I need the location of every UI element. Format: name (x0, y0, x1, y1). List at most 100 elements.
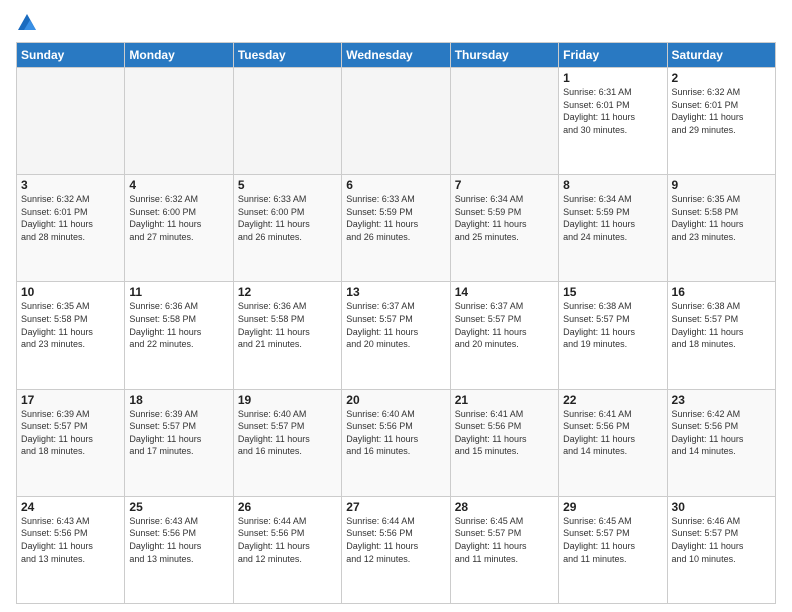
day-info: Sunrise: 6:35 AM Sunset: 5:58 PM Dayligh… (21, 300, 120, 350)
day-number: 14 (455, 285, 554, 299)
day-info: Sunrise: 6:37 AM Sunset: 5:57 PM Dayligh… (346, 300, 445, 350)
day-cell: 25Sunrise: 6:43 AM Sunset: 5:56 PM Dayli… (125, 496, 233, 603)
day-number: 2 (672, 71, 771, 85)
week-row-5: 24Sunrise: 6:43 AM Sunset: 5:56 PM Dayli… (17, 496, 776, 603)
day-cell: 16Sunrise: 6:38 AM Sunset: 5:57 PM Dayli… (667, 282, 775, 389)
week-row-2: 3Sunrise: 6:32 AM Sunset: 6:01 PM Daylig… (17, 175, 776, 282)
day-cell: 12Sunrise: 6:36 AM Sunset: 5:58 PM Dayli… (233, 282, 341, 389)
day-number: 19 (238, 393, 337, 407)
day-cell: 19Sunrise: 6:40 AM Sunset: 5:57 PM Dayli… (233, 389, 341, 496)
day-number: 20 (346, 393, 445, 407)
day-cell: 2Sunrise: 6:32 AM Sunset: 6:01 PM Daylig… (667, 68, 775, 175)
day-number: 16 (672, 285, 771, 299)
day-number: 5 (238, 178, 337, 192)
calendar-table: SundayMondayTuesdayWednesdayThursdayFrid… (16, 42, 776, 604)
weekday-header: SundayMondayTuesdayWednesdayThursdayFrid… (17, 43, 776, 68)
day-cell: 28Sunrise: 6:45 AM Sunset: 5:57 PM Dayli… (450, 496, 558, 603)
day-info: Sunrise: 6:37 AM Sunset: 5:57 PM Dayligh… (455, 300, 554, 350)
day-number: 17 (21, 393, 120, 407)
day-info: Sunrise: 6:43 AM Sunset: 5:56 PM Dayligh… (129, 515, 228, 565)
weekday-wednesday: Wednesday (342, 43, 450, 68)
day-number: 10 (21, 285, 120, 299)
day-cell: 5Sunrise: 6:33 AM Sunset: 6:00 PM Daylig… (233, 175, 341, 282)
day-cell: 11Sunrise: 6:36 AM Sunset: 5:58 PM Dayli… (125, 282, 233, 389)
week-row-4: 17Sunrise: 6:39 AM Sunset: 5:57 PM Dayli… (17, 389, 776, 496)
day-info: Sunrise: 6:34 AM Sunset: 5:59 PM Dayligh… (563, 193, 662, 243)
page-header (16, 12, 776, 34)
day-info: Sunrise: 6:35 AM Sunset: 5:58 PM Dayligh… (672, 193, 771, 243)
day-number: 27 (346, 500, 445, 514)
day-cell: 26Sunrise: 6:44 AM Sunset: 5:56 PM Dayli… (233, 496, 341, 603)
day-info: Sunrise: 6:39 AM Sunset: 5:57 PM Dayligh… (21, 408, 120, 458)
day-cell: 4Sunrise: 6:32 AM Sunset: 6:00 PM Daylig… (125, 175, 233, 282)
day-number: 22 (563, 393, 662, 407)
day-info: Sunrise: 6:32 AM Sunset: 6:01 PM Dayligh… (672, 86, 771, 136)
day-cell: 6Sunrise: 6:33 AM Sunset: 5:59 PM Daylig… (342, 175, 450, 282)
day-cell: 14Sunrise: 6:37 AM Sunset: 5:57 PM Dayli… (450, 282, 558, 389)
day-cell: 30Sunrise: 6:46 AM Sunset: 5:57 PM Dayli… (667, 496, 775, 603)
day-info: Sunrise: 6:44 AM Sunset: 5:56 PM Dayligh… (238, 515, 337, 565)
weekday-tuesday: Tuesday (233, 43, 341, 68)
day-info: Sunrise: 6:46 AM Sunset: 5:57 PM Dayligh… (672, 515, 771, 565)
day-info: Sunrise: 6:41 AM Sunset: 5:56 PM Dayligh… (455, 408, 554, 458)
day-number: 15 (563, 285, 662, 299)
day-number: 13 (346, 285, 445, 299)
day-info: Sunrise: 6:43 AM Sunset: 5:56 PM Dayligh… (21, 515, 120, 565)
day-number: 30 (672, 500, 771, 514)
day-number: 12 (238, 285, 337, 299)
day-cell: 21Sunrise: 6:41 AM Sunset: 5:56 PM Dayli… (450, 389, 558, 496)
day-cell: 3Sunrise: 6:32 AM Sunset: 6:01 PM Daylig… (17, 175, 125, 282)
day-number: 21 (455, 393, 554, 407)
day-number: 29 (563, 500, 662, 514)
day-info: Sunrise: 6:33 AM Sunset: 6:00 PM Dayligh… (238, 193, 337, 243)
day-number: 28 (455, 500, 554, 514)
day-number: 6 (346, 178, 445, 192)
day-info: Sunrise: 6:40 AM Sunset: 5:56 PM Dayligh… (346, 408, 445, 458)
day-number: 25 (129, 500, 228, 514)
day-info: Sunrise: 6:44 AM Sunset: 5:56 PM Dayligh… (346, 515, 445, 565)
weekday-monday: Monday (125, 43, 233, 68)
day-cell: 7Sunrise: 6:34 AM Sunset: 5:59 PM Daylig… (450, 175, 558, 282)
day-info: Sunrise: 6:34 AM Sunset: 5:59 PM Dayligh… (455, 193, 554, 243)
day-info: Sunrise: 6:38 AM Sunset: 5:57 PM Dayligh… (672, 300, 771, 350)
day-info: Sunrise: 6:40 AM Sunset: 5:57 PM Dayligh… (238, 408, 337, 458)
day-cell (450, 68, 558, 175)
day-number: 9 (672, 178, 771, 192)
day-cell: 9Sunrise: 6:35 AM Sunset: 5:58 PM Daylig… (667, 175, 775, 282)
day-cell: 10Sunrise: 6:35 AM Sunset: 5:58 PM Dayli… (17, 282, 125, 389)
day-cell: 17Sunrise: 6:39 AM Sunset: 5:57 PM Dayli… (17, 389, 125, 496)
day-number: 1 (563, 71, 662, 85)
day-info: Sunrise: 6:32 AM Sunset: 6:01 PM Dayligh… (21, 193, 120, 243)
day-cell: 29Sunrise: 6:45 AM Sunset: 5:57 PM Dayli… (559, 496, 667, 603)
day-info: Sunrise: 6:45 AM Sunset: 5:57 PM Dayligh… (455, 515, 554, 565)
day-cell: 22Sunrise: 6:41 AM Sunset: 5:56 PM Dayli… (559, 389, 667, 496)
day-cell (342, 68, 450, 175)
day-number: 18 (129, 393, 228, 407)
day-cell: 13Sunrise: 6:37 AM Sunset: 5:57 PM Dayli… (342, 282, 450, 389)
day-cell: 27Sunrise: 6:44 AM Sunset: 5:56 PM Dayli… (342, 496, 450, 603)
day-number: 8 (563, 178, 662, 192)
day-number: 24 (21, 500, 120, 514)
day-cell: 24Sunrise: 6:43 AM Sunset: 5:56 PM Dayli… (17, 496, 125, 603)
week-row-3: 10Sunrise: 6:35 AM Sunset: 5:58 PM Dayli… (17, 282, 776, 389)
weekday-friday: Friday (559, 43, 667, 68)
day-cell (125, 68, 233, 175)
day-cell: 20Sunrise: 6:40 AM Sunset: 5:56 PM Dayli… (342, 389, 450, 496)
logo-icon (16, 12, 38, 34)
day-cell: 23Sunrise: 6:42 AM Sunset: 5:56 PM Dayli… (667, 389, 775, 496)
weekday-saturday: Saturday (667, 43, 775, 68)
week-row-1: 1Sunrise: 6:31 AM Sunset: 6:01 PM Daylig… (17, 68, 776, 175)
day-cell (233, 68, 341, 175)
day-number: 7 (455, 178, 554, 192)
day-info: Sunrise: 6:39 AM Sunset: 5:57 PM Dayligh… (129, 408, 228, 458)
day-number: 26 (238, 500, 337, 514)
day-info: Sunrise: 6:42 AM Sunset: 5:56 PM Dayligh… (672, 408, 771, 458)
day-info: Sunrise: 6:33 AM Sunset: 5:59 PM Dayligh… (346, 193, 445, 243)
day-info: Sunrise: 6:41 AM Sunset: 5:56 PM Dayligh… (563, 408, 662, 458)
day-info: Sunrise: 6:36 AM Sunset: 5:58 PM Dayligh… (129, 300, 228, 350)
day-cell: 15Sunrise: 6:38 AM Sunset: 5:57 PM Dayli… (559, 282, 667, 389)
day-number: 11 (129, 285, 228, 299)
day-info: Sunrise: 6:31 AM Sunset: 6:01 PM Dayligh… (563, 86, 662, 136)
day-cell (17, 68, 125, 175)
weekday-thursday: Thursday (450, 43, 558, 68)
